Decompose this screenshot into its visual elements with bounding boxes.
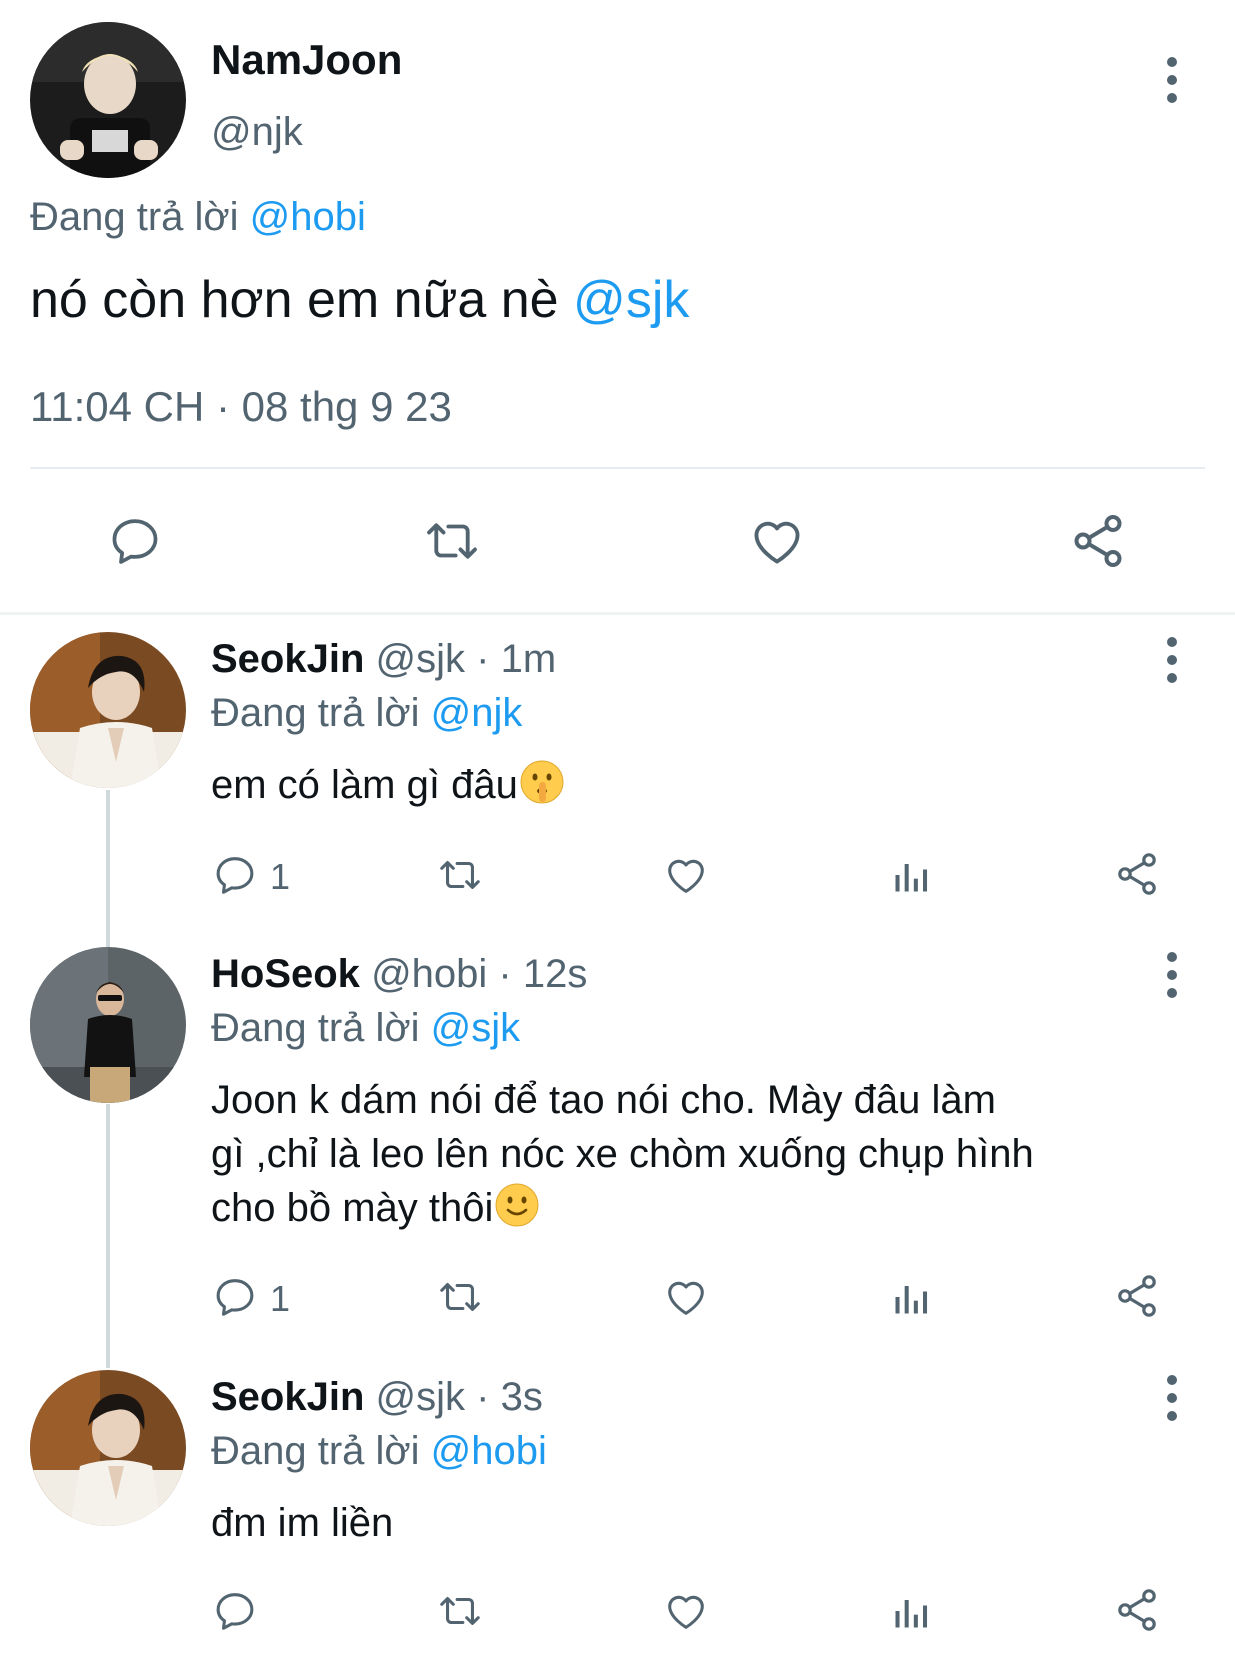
reply-count: 1 bbox=[270, 1278, 291, 1319]
reply-display-name[interactable]: HoSeok bbox=[211, 952, 360, 996]
reply-to-mention[interactable]: @sjk bbox=[431, 1006, 521, 1050]
main-tweet-reply-context: Đang trả lời @hobi bbox=[30, 195, 366, 240]
share-icon[interactable] bbox=[1113, 1272, 1161, 1320]
reply-header: SeokJin @sjk · 3s bbox=[211, 1375, 543, 1420]
analytics-icon[interactable] bbox=[890, 1274, 934, 1320]
reply-icon[interactable] bbox=[212, 852, 258, 898]
reply-text: em có làm gì đâu bbox=[211, 758, 566, 812]
share-icon[interactable] bbox=[1068, 511, 1128, 571]
reply-more-icon[interactable] bbox=[1165, 637, 1179, 683]
like-icon[interactable] bbox=[747, 512, 807, 570]
reply-display-name[interactable]: SeokJin bbox=[211, 637, 364, 681]
main-tweet-text: nó còn hơn em nữa nè @sjk bbox=[30, 270, 689, 330]
main-tweet-timestamp[interactable]: 11:04 CH · 08 thg 9 23 bbox=[30, 383, 452, 431]
share-icon[interactable] bbox=[1113, 1586, 1161, 1634]
reply-text: Joon k dám nói để tao nói cho. Mày đâu l… bbox=[211, 1073, 1211, 1235]
like-icon[interactable] bbox=[662, 1588, 710, 1634]
main-tweet-display-name[interactable]: NamJoon bbox=[211, 36, 402, 84]
reply-context: Đang trả lời @njk bbox=[211, 691, 522, 736]
reply-body: đm im liền bbox=[211, 1501, 394, 1545]
reply-line: cho bồ mày thôi bbox=[211, 1186, 494, 1230]
reply-avatar[interactable] bbox=[30, 947, 186, 1103]
reply-prefix: Đang trả lời bbox=[211, 1429, 420, 1473]
reply-to-mention[interactable]: @hobi bbox=[431, 1429, 547, 1473]
reply-to-mention[interactable]: @njk bbox=[431, 691, 523, 735]
reply-line: gì ,chỉ là leo lên nóc xe chòm xuống chụ… bbox=[211, 1132, 1034, 1176]
reply-prefix: Đang trả lời bbox=[211, 691, 420, 735]
like-icon[interactable] bbox=[662, 852, 710, 898]
reply-more-icon[interactable] bbox=[1165, 952, 1179, 998]
reply-avatar[interactable] bbox=[30, 632, 186, 788]
reply-header: SeokJin @sjk · 1m bbox=[211, 637, 556, 682]
reply-line: Joon k dám nói để tao nói cho. Mày đâu l… bbox=[211, 1078, 996, 1122]
reply-body: em có làm gì đâu bbox=[211, 763, 518, 807]
reply-icon[interactable] bbox=[107, 513, 163, 569]
reply-to-mention[interactable]: @hobi bbox=[250, 195, 366, 239]
reply-line-last: cho bồ mày thôi bbox=[211, 1181, 1211, 1235]
reply-meta[interactable]: @hobi · 12s bbox=[371, 952, 587, 996]
analytics-icon[interactable] bbox=[890, 852, 934, 898]
thread-line bbox=[106, 1104, 110, 1368]
reply-display-name[interactable]: SeokJin bbox=[211, 1375, 364, 1419]
like-icon[interactable] bbox=[662, 1274, 710, 1320]
analytics-icon[interactable] bbox=[890, 1588, 934, 1634]
reply-meta[interactable]: @sjk · 1m bbox=[376, 637, 557, 681]
reply-context: Đang trả lời @hobi bbox=[211, 1429, 547, 1474]
thread-line bbox=[106, 790, 110, 948]
reply-more-icon[interactable] bbox=[1165, 1375, 1179, 1421]
reply-prefix: Đang trả lời bbox=[30, 195, 239, 239]
retweet-icon[interactable] bbox=[434, 1588, 486, 1634]
tweet-body: nó còn hơn em nữa nè bbox=[30, 271, 559, 329]
reply-header: HoSeok @hobi · 12s bbox=[211, 952, 587, 997]
section-divider bbox=[0, 612, 1235, 615]
slightly-smiling-face-emoji bbox=[493, 1181, 541, 1229]
main-tweet-more-icon[interactable] bbox=[1165, 57, 1179, 103]
reply-icon[interactable] bbox=[212, 1274, 258, 1320]
retweet-icon[interactable] bbox=[421, 512, 483, 570]
main-tweet-avatar[interactable] bbox=[30, 22, 186, 178]
shushing-face-emoji bbox=[518, 758, 566, 806]
main-tweet-handle[interactable]: @njk bbox=[211, 110, 303, 155]
retweet-icon[interactable] bbox=[434, 1274, 486, 1320]
retweet-icon[interactable] bbox=[434, 852, 486, 898]
reply-icon[interactable] bbox=[212, 1588, 258, 1634]
divider bbox=[30, 467, 1205, 469]
reply-context: Đang trả lời @sjk bbox=[211, 1006, 520, 1051]
share-icon[interactable] bbox=[1113, 850, 1161, 898]
reply-meta[interactable]: @sjk · 3s bbox=[376, 1375, 543, 1419]
reply-count: 1 bbox=[270, 856, 291, 897]
reply-text: đm im liền bbox=[211, 1496, 393, 1550]
tweet-mention[interactable]: @sjk bbox=[573, 271, 689, 329]
reply-prefix: Đang trả lời bbox=[211, 1006, 420, 1050]
reply-avatar[interactable] bbox=[30, 1370, 186, 1526]
